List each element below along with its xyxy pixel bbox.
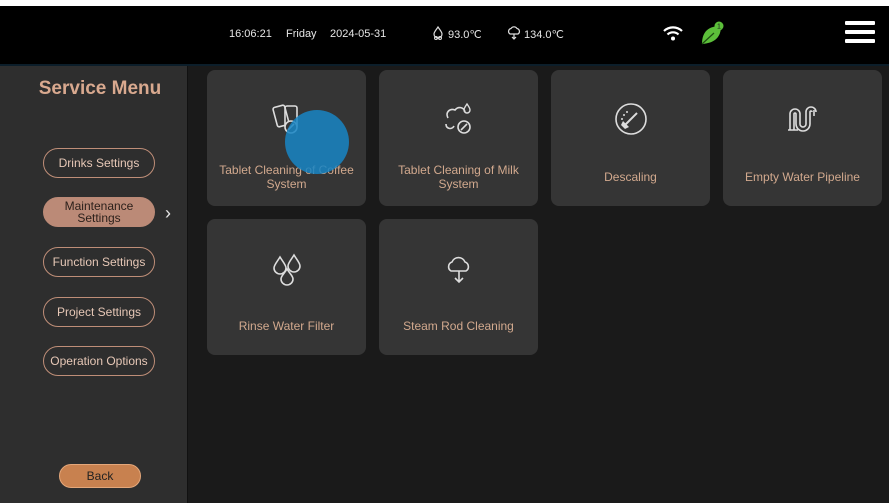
sidebar-item-function-settings[interactable]: Function Settings: [43, 247, 155, 277]
tablet-milk-clean-icon: [445, 102, 471, 134]
steam-icon: [447, 256, 470, 284]
water-temp-value: 93.0℃: [448, 29, 482, 41]
hamburger-menu-button[interactable]: [845, 21, 875, 47]
date: 2024-05-31: [330, 28, 387, 40]
tile-label: Descaling: [604, 170, 657, 184]
sidebar-title: Service Menu: [38, 78, 162, 99]
tile-tablet-cleaning-milk[interactable]: Tablet Cleaning of Milk System: [379, 70, 538, 206]
sidebar-item-maintenance-settings[interactable]: Maintenance Settings: [43, 197, 155, 227]
sidebar-item-operation-options[interactable]: Operation Options: [43, 346, 155, 376]
tile-empty-water-pipeline[interactable]: Empty Water Pipeline: [723, 70, 882, 206]
back-button[interactable]: Back: [59, 464, 141, 488]
tile-rinse-water-filter[interactable]: Rinse Water Filter: [207, 219, 366, 355]
descaling-icon: [615, 103, 647, 135]
status-bar: 16:06:21 Friday 2024-05-31 93.0℃ 134.0℃ …: [0, 6, 889, 66]
clock-time: 16:06:21: [229, 28, 272, 40]
eco-leaf-icon[interactable]: 1: [699, 21, 727, 47]
pipeline-icon: [788, 106, 817, 132]
touch-indicator: [285, 110, 349, 174]
tile-label: Tablet Cleaning of Milk System: [398, 163, 519, 191]
tile-label: Empty Water Pipeline: [745, 170, 860, 184]
weekday: Friday: [286, 28, 317, 40]
chevron-right-icon: ›: [165, 203, 171, 223]
wifi-icon[interactable]: [663, 25, 683, 41]
tile-descaling[interactable]: Descaling: [551, 70, 710, 206]
water-drops-icon: [273, 253, 301, 286]
sidebar: Service Menu Drinks Settings Maintenance…: [0, 66, 188, 503]
menu-bar: [845, 39, 875, 43]
tile-label: Rinse Water Filter: [238, 319, 335, 333]
tile-steam-rod-cleaning[interactable]: Steam Rod Cleaning: [379, 219, 538, 355]
menu-bar: [845, 30, 875, 34]
tile-label: Tablet Cleaning of Coffee System: [219, 163, 354, 191]
notification-badge: 1: [717, 24, 721, 31]
steam-temp-value: 134.0℃: [524, 29, 564, 41]
water-temp-icon: [433, 26, 443, 40]
tile-label: Steam Rod Cleaning: [403, 319, 514, 333]
sidebar-item-drinks-settings[interactable]: Drinks Settings: [43, 148, 155, 178]
steam-temp-icon: [507, 26, 521, 40]
sidebar-item-project-settings[interactable]: Project Settings: [43, 297, 155, 327]
app-screen: 16:06:21 Friday 2024-05-31 93.0℃ 134.0℃ …: [0, 6, 889, 503]
menu-bar: [845, 21, 875, 25]
